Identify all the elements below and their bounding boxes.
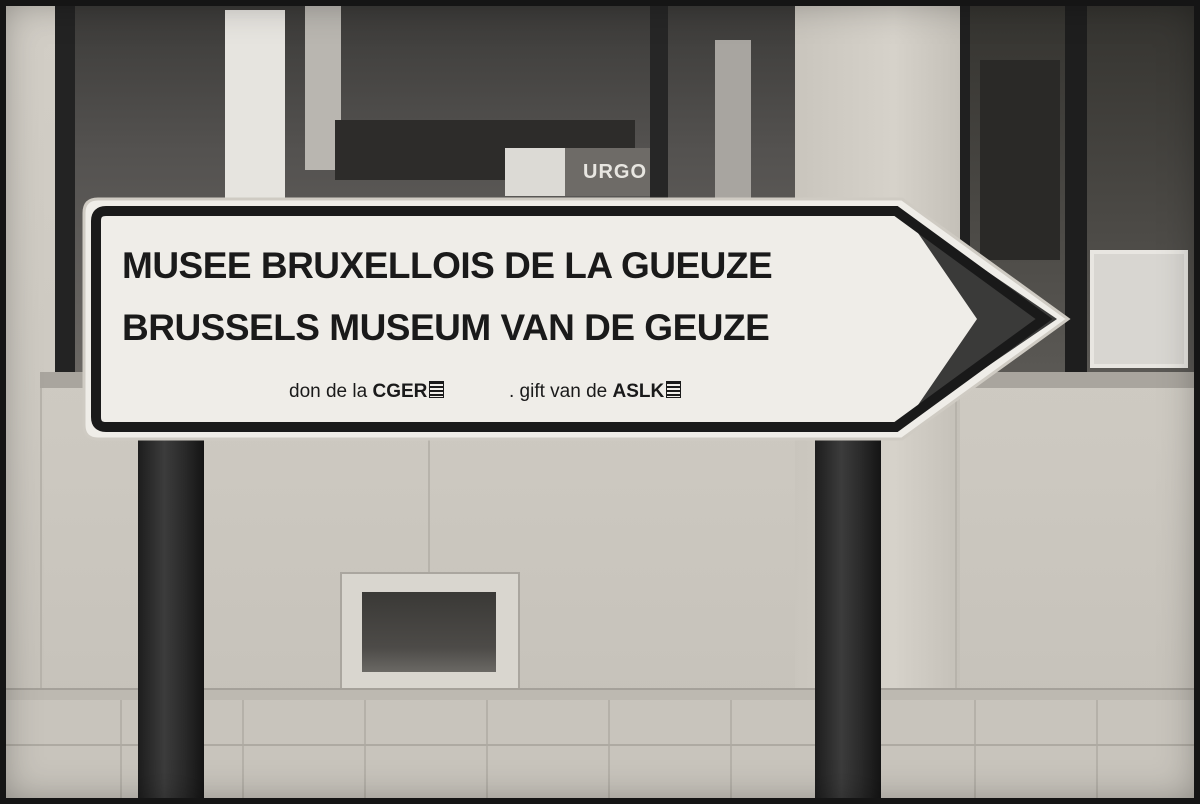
donor-credit-french: don de la CGER <box>289 381 445 403</box>
donor-nl-name: ASLK <box>612 381 665 402</box>
window-poster <box>1090 250 1188 368</box>
sign-post-right <box>815 430 881 804</box>
cger-logo-icon <box>429 381 445 398</box>
donor-fr-prefix: don de la <box>289 381 368 402</box>
sign-title-dutch: BRUSSELS MUSEUM VAN DE GEUZE <box>122 307 770 348</box>
donor-nl-prefix: . gift van de <box>509 381 608 402</box>
museum-direction-sign: MUSEE BRUXELLOIS DE LA GUEUZE BRUSSELS M… <box>72 195 1072 443</box>
donor-fr-name: CGER <box>372 381 428 402</box>
wall-vent <box>340 572 520 694</box>
sign-post-left <box>138 430 204 804</box>
street-photo: URGO MUSEE BRUXELLOIS DE LA GUEUZE BRUSS… <box>0 0 1200 804</box>
donor-credit-dutch: . gift van de ASLK <box>509 381 682 403</box>
aslk-logo-icon <box>666 381 682 398</box>
sign-title-french: MUSEE BRUXELLOIS DE LA GUEUZE <box>122 245 773 286</box>
